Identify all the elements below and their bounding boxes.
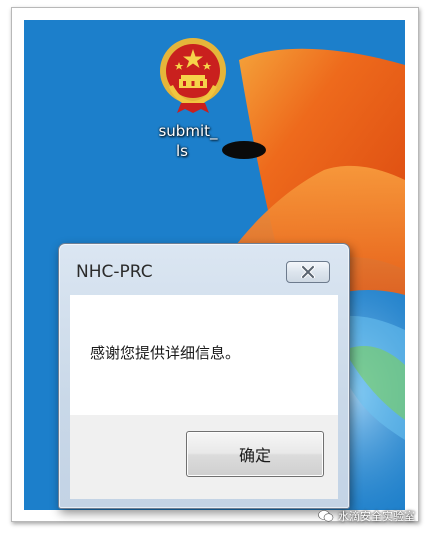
dialog-button-area: 确定 [70,415,338,499]
icon-label-line1: submit_ [158,122,218,140]
dialog-message: 感谢您提供详细信息。 [90,344,241,362]
dialog-title: NHC-PRC [76,262,153,282]
watermark-text: 水滴安全实验室 [338,510,415,523]
close-button[interactable] [286,261,330,283]
watermark: 水滴安全实验室 [318,507,415,525]
close-x-icon [301,266,315,278]
national-emblem-icon [160,38,226,113]
redaction-mark [222,141,266,159]
ok-button[interactable]: 确定 [186,431,324,477]
message-dialog: NHC-PRC 感谢您提供详细信息。 确定 [58,243,350,509]
dialog-content: 感谢您提供详细信息。 [70,295,338,415]
wechat-icon [318,510,334,522]
